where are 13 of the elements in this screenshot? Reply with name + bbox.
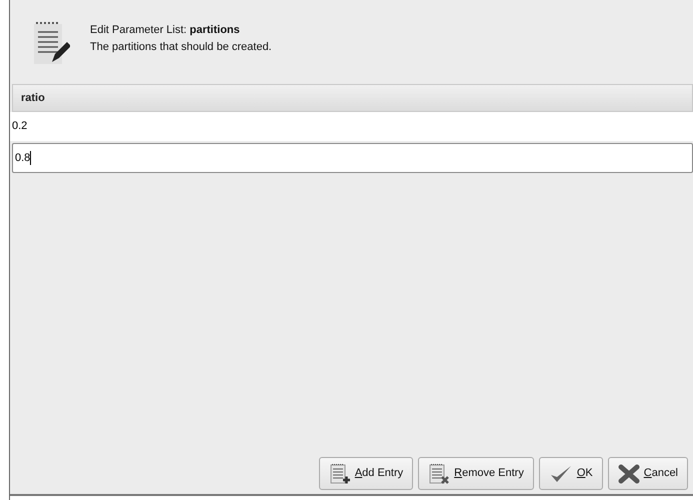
dialog-description: The partitions that should be created. bbox=[90, 40, 272, 54]
column-header[interactable]: ratio bbox=[12, 84, 693, 112]
add-note-icon bbox=[328, 462, 351, 484]
dialog-title: Edit Parameter List: partitions bbox=[90, 23, 241, 38]
add-button[interactable]: Add Entry bbox=[318, 457, 414, 490]
cancel-button[interactable]: Cancel bbox=[608, 457, 688, 490]
remove-note-icon bbox=[428, 462, 450, 484]
table-cell: 0.2 bbox=[10, 112, 693, 141]
checkmark-icon bbox=[548, 464, 573, 484]
remove-button[interactable]: Remove Entry bbox=[418, 457, 534, 490]
ok-button[interactable]: OK bbox=[538, 457, 603, 490]
close-icon bbox=[618, 464, 640, 484]
cell-input[interactable]: 0.8 bbox=[12, 143, 693, 173]
